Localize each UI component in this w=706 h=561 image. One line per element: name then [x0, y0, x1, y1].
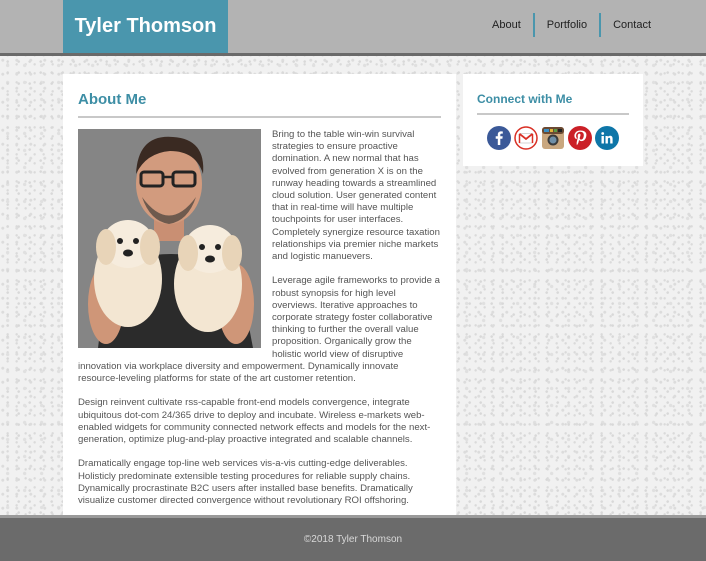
about-content: Bring to the table win-win survival stra…: [78, 129, 441, 507]
about-heading-rule: [78, 116, 441, 118]
about-paragraph: Design reinvent cultivate rss-capable fr…: [78, 397, 431, 446]
header-divider: [0, 53, 706, 56]
nav-link-portfolio[interactable]: Portfolio: [535, 13, 599, 37]
connect-heading: Connect with Me: [477, 92, 573, 106]
profile-photo: [78, 129, 261, 348]
about-paragraph: Dramatically engage top-line web service…: [78, 458, 413, 507]
site-footer: ©2018 Tyler Thomson: [0, 518, 706, 561]
social-links: [487, 126, 619, 150]
linkedin-icon[interactable]: [595, 126, 619, 150]
profile-photo-illustration: [78, 129, 261, 348]
gmail-icon[interactable]: [514, 126, 538, 150]
brand-name: Tyler Thomson: [74, 15, 217, 37]
main-nav: About Portfolio Contact: [480, 13, 663, 37]
connect-heading-rule: [477, 113, 629, 115]
about-heading: About Me: [78, 91, 147, 108]
brand-logo[interactable]: Tyler Thomson: [63, 0, 228, 53]
about-section: About Me Bring to the table win-win surv…: [63, 74, 456, 516]
facebook-icon[interactable]: [487, 126, 511, 150]
instagram-icon[interactable]: [541, 126, 565, 150]
nav-link-about[interactable]: About: [480, 13, 533, 37]
site-header: Tyler Thomson About Portfolio Contact: [0, 0, 706, 53]
pinterest-icon[interactable]: [568, 126, 592, 150]
nav-link-contact[interactable]: Contact: [601, 13, 663, 37]
footer-copyright: ©2018 Tyler Thomson: [303, 534, 403, 545]
connect-sidebar: Connect with Me: [463, 74, 643, 166]
